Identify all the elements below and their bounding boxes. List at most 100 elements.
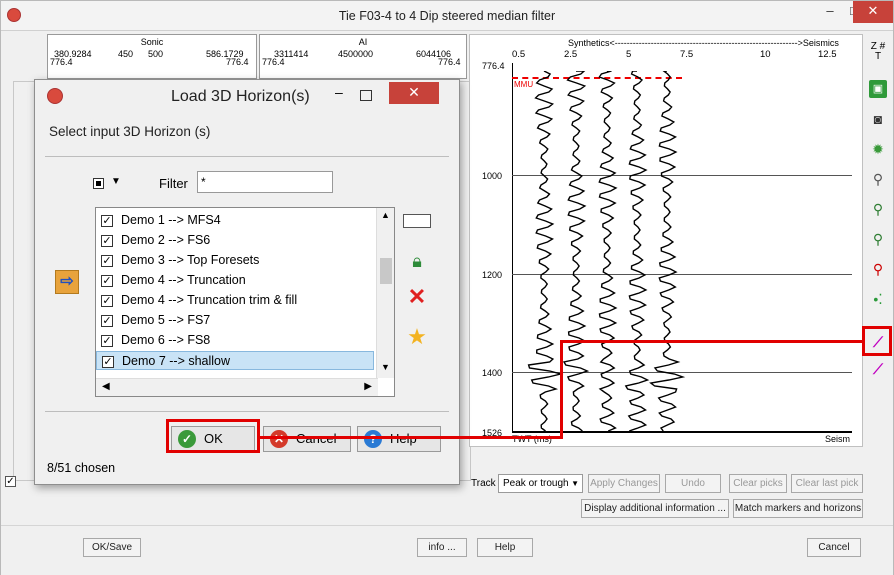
z-t-icon[interactable]: Z # T — [869, 42, 887, 66]
horizon-transfer-icon[interactable]: ⇨ — [55, 270, 79, 294]
cancel-icon: ✕ — [270, 430, 288, 448]
item-label: Demo 7 --> shallow — [122, 354, 231, 368]
horizontal-scrollbar[interactable]: ◀ ▶ — [96, 378, 378, 396]
remove-icon[interactable]: ✕ — [403, 284, 431, 310]
left-checkbox[interactable]: ✓ — [5, 476, 16, 487]
minimize-button[interactable]: – — [817, 1, 843, 23]
y-tick: 1200 — [482, 270, 503, 280]
item-checkbox[interactable]: ✓ — [101, 215, 113, 227]
separator — [45, 156, 449, 157]
seismic-trace — [562, 71, 590, 432]
item-label: Demo 6 --> FS8 — [121, 333, 211, 347]
vertical-scrollbar[interactable]: ▲ ▼ — [376, 208, 394, 378]
dialog-prompt: Select input 3D Horizon (s) — [49, 124, 211, 139]
x-axis — [512, 431, 852, 433]
pick-points-icon[interactable]: •⁚ — [869, 290, 887, 308]
apply-changes-button[interactable]: Apply Changes — [588, 474, 660, 493]
zoom-in-icon[interactable]: ⚲ — [869, 200, 887, 218]
list-item[interactable]: ✓ Demo 6 --> FS8 — [96, 331, 374, 350]
item-checkbox[interactable]: ✓ — [101, 295, 113, 307]
chosen-count: 8/51 chosen — [47, 461, 116, 475]
undo-button[interactable]: Undo — [665, 474, 721, 493]
scroll-left-icon[interactable]: ◀ — [102, 381, 110, 392]
zoom-out-icon[interactable]: ⚲ — [869, 230, 887, 248]
list-item[interactable]: ✓ Demo 3 --> Top Foresets — [96, 251, 374, 270]
y-tick-top: 776.4 — [482, 61, 505, 71]
list-item[interactable]: ✓ Demo 2 --> FS6 — [96, 231, 374, 250]
zoom-icon[interactable]: ⚲ — [869, 170, 887, 188]
toolbar-highlight-box — [862, 326, 892, 356]
item-label: Demo 2 --> FS6 — [121, 233, 211, 247]
save-icon[interactable]: ▣ — [869, 80, 887, 98]
item-label: Demo 1 --> MFS4 — [121, 213, 221, 227]
ai-log-name: AI — [358, 37, 368, 47]
synthetics-seismics-header: Synthetics<-----------------------------… — [568, 38, 839, 48]
camera-icon[interactable]: ◙ — [869, 110, 887, 128]
annotation-connector — [560, 340, 563, 439]
title-bar: Tie F03-4 to 4 Dip steered median filter… — [1, 1, 893, 31]
select-all-checkbox[interactable] — [93, 178, 104, 189]
list-item[interactable]: ✓ Demo 4 --> Truncation trim & fill — [96, 291, 374, 310]
dialog-minimize-button[interactable]: – — [335, 84, 343, 100]
ai-log-track: AI 3311414 4500000 6044106 776.4 776.4 — [259, 34, 467, 79]
seismic-trace — [649, 71, 686, 432]
horizon-display-icon[interactable]: ⟋ — [869, 360, 887, 378]
track-mode-select[interactable]: Peak or trough ▼ — [498, 474, 583, 493]
sonic-depth-right: 776.4 — [226, 57, 249, 67]
close-button[interactable]: ✕ — [853, 1, 893, 23]
lock-icon[interactable]: 🔒︎ — [403, 248, 431, 274]
favorite-star-icon[interactable]: ★ — [403, 324, 431, 350]
separator — [45, 411, 449, 412]
x-tick: 7.5 — [680, 49, 694, 60]
settings-gear-icon[interactable]: ✹ — [869, 140, 887, 158]
zoom-reset-icon[interactable]: ⚲ — [869, 260, 887, 278]
item-checkbox[interactable]: ✓ — [101, 315, 113, 327]
horizon-list[interactable]: ✓ Demo 1 --> MFS4 ✓ Demo 2 --> FS6 ✓ Demo 3… — [95, 207, 395, 397]
item-label: Demo 5 --> FS7 — [121, 313, 211, 327]
match-markers-button[interactable]: Match markers and horizons — [733, 499, 863, 518]
item-checkbox[interactable]: ✓ — [101, 255, 113, 267]
chevron-down-icon: ▼ — [571, 479, 579, 488]
track-mode-value: Peak or trough — [503, 478, 569, 489]
list-item[interactable]: ✓ Demo 4 --> Truncation — [96, 271, 374, 290]
dialog-close-button[interactable]: ✕ — [389, 82, 439, 104]
scroll-up-icon[interactable]: ▲ — [381, 210, 390, 220]
window-title: Tie F03-4 to 4 Dip steered median filter — [338, 9, 556, 23]
clear-picks-button[interactable]: Clear picks — [729, 474, 787, 493]
item-checkbox[interactable]: ✓ — [101, 275, 113, 287]
scroll-thumb[interactable] — [380, 258, 392, 284]
filter-input[interactable] — [197, 171, 333, 193]
dialog-maximize-button[interactable] — [360, 90, 372, 101]
item-label: Demo 4 --> Truncation — [121, 273, 246, 287]
scroll-down-icon[interactable]: ▼ — [381, 362, 390, 372]
well-tie-plot[interactable]: Synthetics<-----------------------------… — [469, 34, 863, 447]
x-tick: 0.5 — [512, 49, 526, 60]
display-additional-info-button[interactable]: Display additional information ... — [581, 499, 729, 518]
ai-mid: 4500000 — [338, 49, 374, 59]
seismic-traces — [527, 71, 686, 432]
seismic-trace — [598, 71, 618, 432]
list-item[interactable]: ✓ Demo 1 --> MFS4 — [96, 211, 374, 230]
dialog-cancel-button[interactable]: ✕ Cancel — [263, 426, 351, 452]
seismic-trace — [527, 71, 564, 432]
list-item-selected[interactable]: ✓ Demo 7 --> shallow — [96, 351, 374, 370]
help-button[interactable]: Help — [477, 538, 533, 557]
info-button[interactable]: info ... — [417, 538, 467, 557]
scroll-right-icon[interactable]: ▶ — [364, 381, 372, 392]
item-checkbox[interactable]: ✓ — [101, 335, 113, 347]
ok-highlight-box — [166, 419, 260, 453]
list-item[interactable]: ✓ Demo 5 --> FS7 — [96, 311, 374, 330]
item-checkbox[interactable]: ✓ — [102, 356, 114, 368]
x-tick: 12.5 — [818, 49, 837, 60]
cancel-button[interactable]: Cancel — [807, 538, 861, 557]
ok-save-button[interactable]: OK/Save — [83, 538, 141, 557]
sonic-log-name: Sonic — [140, 37, 164, 47]
chevron-down-icon[interactable]: ▼ — [111, 176, 121, 187]
bottom-bar: OK/Save info ... Help Cancel — [1, 525, 893, 575]
item-checkbox[interactable]: ✓ — [101, 235, 113, 247]
x-tick: 5 — [626, 49, 632, 60]
rename-icon[interactable] — [403, 214, 431, 228]
track-label: Track — [471, 478, 496, 489]
dialog-help-button[interactable]: ? Help — [357, 426, 441, 452]
clear-last-pick-button[interactable]: Clear last pick — [791, 474, 863, 493]
